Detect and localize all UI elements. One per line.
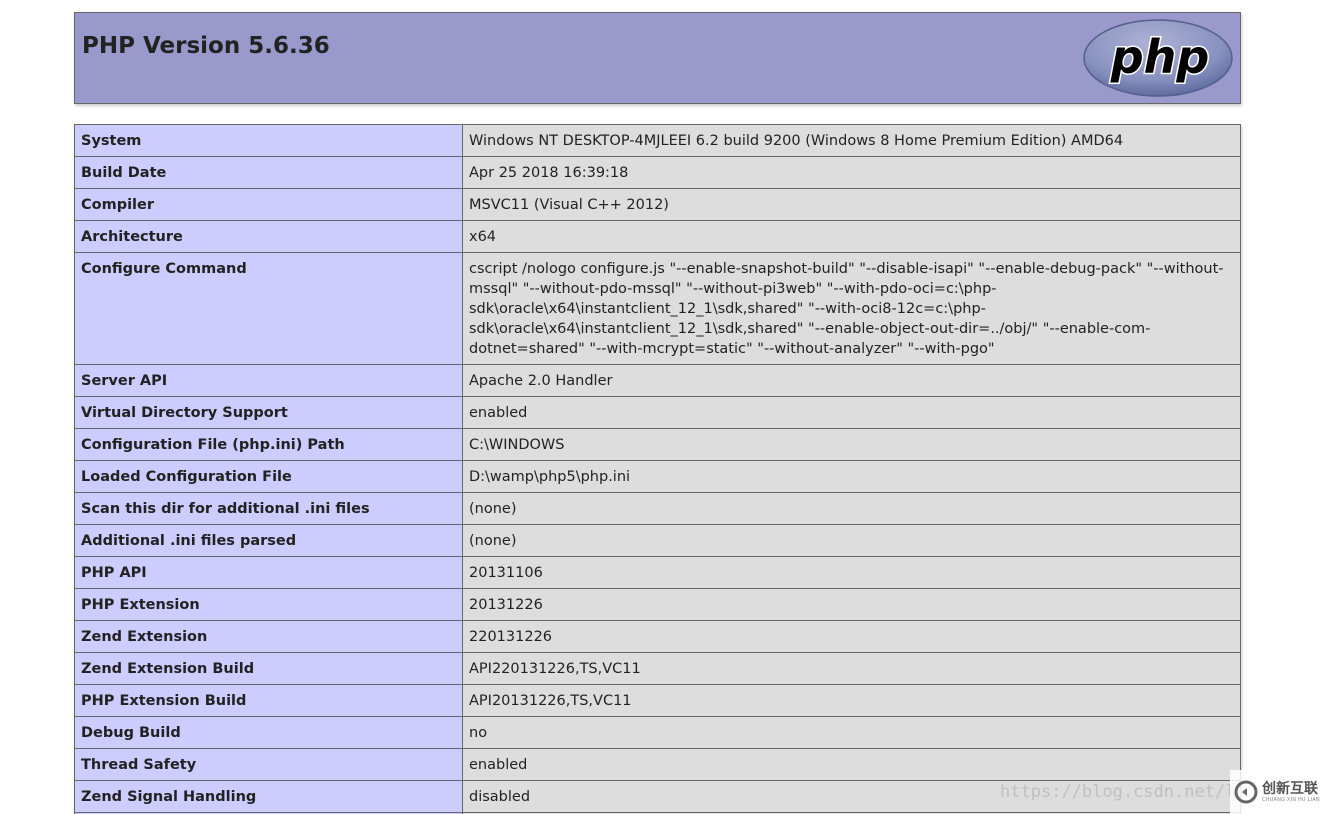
table-row: Architecture x64 <box>74 220 1241 253</box>
table-row: System Windows NT DESKTOP-4MJLEEI 6.2 bui… <box>74 124 1241 157</box>
row-label: Architecture <box>74 220 463 253</box>
table-row: Configuration File (php.ini) Path C:\WIND… <box>74 428 1241 461</box>
table-row: Zend Extension 220131226 <box>74 620 1241 653</box>
table-row: PHP API 20131106 <box>74 556 1241 589</box>
row-label: Zend Extension Build <box>74 652 463 685</box>
row-value: D:\wamp\php5\php.ini <box>462 460 1241 493</box>
row-value: enabled <box>462 748 1241 781</box>
table-row: Compiler MSVC11 (Visual C++ 2012) <box>74 188 1241 221</box>
row-label: Zend Signal Handling <box>74 780 463 813</box>
brand-name-pinyin: CHUANG XIN HU LIAN <box>1262 796 1320 803</box>
table-row: Thread Safety enabled <box>74 748 1241 781</box>
table-row: Debug Build no <box>74 716 1241 749</box>
table-row: PHP Extension Build API20131226,TS,VC11 <box>74 684 1241 717</box>
php-logo-icon: php php <box>1083 19 1233 97</box>
row-value: MSVC11 (Visual C++ 2012) <box>462 188 1241 221</box>
row-value: no <box>462 716 1241 749</box>
phpinfo-header: PHP Version 5.6.36 php php <box>74 12 1241 104</box>
row-label: Configure Command <box>74 252 463 365</box>
row-label: PHP Extension Build <box>74 684 463 717</box>
row-value: (none) <box>462 524 1241 557</box>
row-label: Scan this dir for additional .ini files <box>74 492 463 525</box>
watermark-url: https://blog.csdn.net/l <box>1000 782 1236 802</box>
info-table: System Windows NT DESKTOP-4MJLEEI 6.2 bui… <box>74 124 1241 814</box>
row-label: Compiler <box>74 188 463 221</box>
row-value: enabled <box>462 396 1241 429</box>
row-label: Additional .ini files parsed <box>74 524 463 557</box>
row-value: 20131106 <box>462 556 1241 589</box>
table-row: Additional .ini files parsed (none) <box>74 524 1241 557</box>
row-value: cscript /nologo configure.js "--enable-s… <box>462 252 1241 365</box>
row-value: 20131226 <box>462 588 1241 621</box>
row-value: Windows NT DESKTOP-4MJLEEI 6.2 build 920… <box>462 124 1241 157</box>
table-row: Zend Extension Build API220131226,TS,VC11 <box>74 652 1241 685</box>
row-label: PHP API <box>74 556 463 589</box>
row-label: Zend Extension <box>74 620 463 653</box>
table-row: Virtual Directory Support enabled <box>74 396 1241 429</box>
row-value: x64 <box>462 220 1241 253</box>
row-value: Apache 2.0 Handler <box>462 364 1241 397</box>
table-row: Server API Apache 2.0 Handler <box>74 364 1241 397</box>
table-row: Loaded Configuration File D:\wamp\php5\ph… <box>74 460 1241 493</box>
row-value: API220131226,TS,VC11 <box>462 652 1241 685</box>
row-label: Build Date <box>74 156 463 189</box>
brand-watermark: 创新互联 CHUANG XIN HU LIAN <box>1230 770 1330 814</box>
row-label: Thread Safety <box>74 748 463 781</box>
row-value: Apr 25 2018 16:39:18 <box>462 156 1241 189</box>
row-value: API20131226,TS,VC11 <box>462 684 1241 717</box>
row-label: Loaded Configuration File <box>74 460 463 493</box>
table-row: Build Date Apr 25 2018 16:39:18 <box>74 156 1241 189</box>
row-label: Virtual Directory Support <box>74 396 463 429</box>
brand-name: 创新互联 <box>1262 780 1318 797</box>
row-label: Server API <box>74 364 463 397</box>
table-row: Scan this dir for additional .ini files(… <box>74 492 1241 525</box>
row-label: System <box>74 124 463 157</box>
row-value: (none) <box>462 492 1241 525</box>
table-row: PHP Extension 20131226 <box>74 588 1241 621</box>
row-label: PHP Extension <box>74 588 463 621</box>
page-title: PHP Version 5.6.36 <box>82 33 330 59</box>
phpinfo-container: PHP Version 5.6.36 php php System Windows… <box>74 12 1241 814</box>
row-label: Debug Build <box>74 716 463 749</box>
svg-text:php: php <box>1110 30 1210 84</box>
row-value: 220131226 <box>462 620 1241 653</box>
row-label: Configuration File (php.ini) Path <box>74 428 463 461</box>
row-value: C:\WINDOWS <box>462 428 1241 461</box>
brand-logo-icon <box>1234 780 1258 804</box>
table-row: Configure Command cscript /nologo configu… <box>74 252 1241 365</box>
